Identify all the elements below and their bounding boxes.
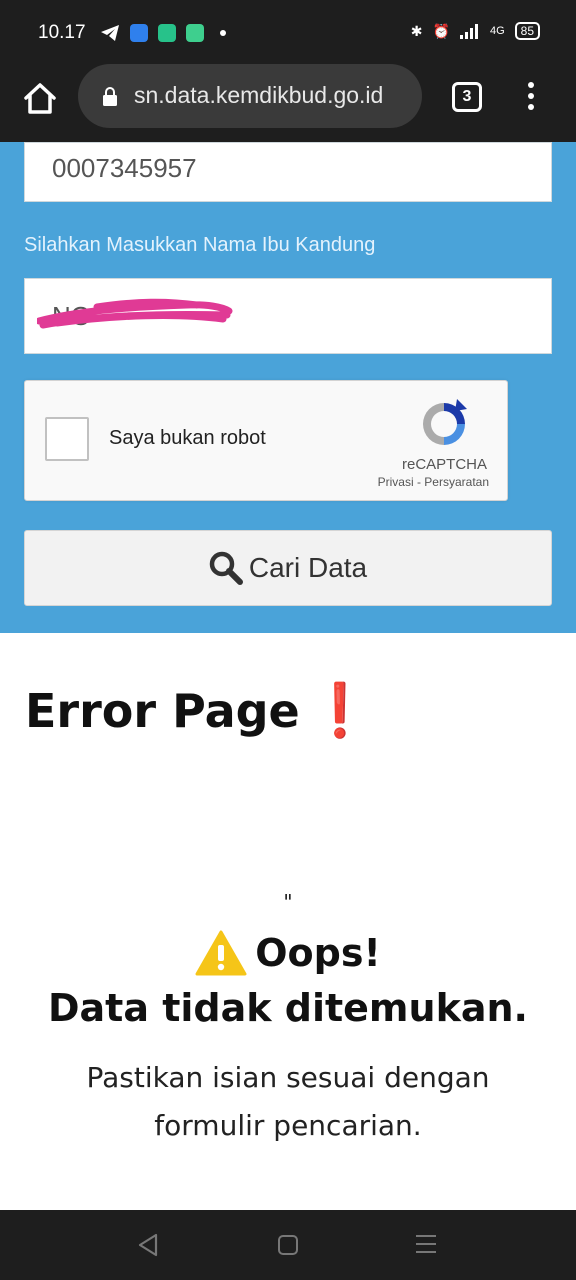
app-green-icon [158,24,176,42]
url-text[interactable]: sn.data.kemdikbud.go.id [134,82,383,109]
warning-icon [195,930,247,976]
signal-icon [459,24,478,39]
more-notifications-icon [220,30,226,36]
back-icon[interactable] [136,1232,160,1258]
home-nav-icon[interactable] [278,1235,298,1255]
exclamation-icon: ❗ [307,681,373,741]
overflow-menu-icon[interactable] [520,82,542,114]
error-heading: Error Page ❗ [25,680,373,741]
recaptcha-widget: Saya bukan robot reCAPTCHA Privasi - Per… [24,380,508,501]
mother-name-input[interactable]: NO [24,278,552,354]
nisn-value: 0007345957 [52,153,197,183]
oops-text: Oops! [255,931,381,975]
system-icons: ✱ ⏰ 4G 85 [411,22,540,40]
nisn-input[interactable]: 0007345957 [24,142,552,202]
hint-text: Pastikan isian sesuai dengan formulir pe… [86,1061,490,1142]
oops-heading: Oops! [0,930,576,976]
app-green2-icon [186,24,204,42]
network-type: 4G [489,25,505,37]
bluetooth-icon: ✱ [410,22,423,39]
notification-icons [100,24,226,42]
address-bar[interactable]: sn.data.kemdikbud.go.id [78,64,422,128]
recaptcha-label: Saya bukan robot [109,427,266,449]
status-time: 10.17 [38,22,86,43]
recaptcha-checkbox[interactable] [45,417,89,461]
lock-icon [103,87,117,106]
search-button[interactable]: Cari Data [24,530,552,606]
redaction-scribble [37,298,233,329]
alarm-icon: ⏰ [432,22,450,39]
recaptcha-icon [423,399,467,445]
system-nav-bar [0,1210,576,1280]
not-found-text: Data tidak ditemukan. [48,986,528,1030]
app-blue-icon [130,24,148,42]
browser-toolbar: sn.data.kemdikbud.go.id 3 [0,64,576,142]
stray-quote: " [283,890,293,914]
telegram-icon [101,25,119,41]
search-icon [209,551,243,585]
error-title: Error Page [25,683,300,738]
recents-icon[interactable] [416,1235,436,1259]
recaptcha-brand: reCAPTCHA [401,456,487,473]
mother-name-label: Silahkan Masukkan Nama Ibu Kandung [24,234,376,256]
status-bar: 10.17 ✱ ⏰ 4G 85 [0,0,576,64]
battery-icon: 85 [514,22,540,40]
search-form: 0007345957 Silahkan Masukkan Nama Ibu Ka… [0,142,576,633]
recaptcha-links[interactable]: Privasi - Persyaratan [378,475,489,489]
search-button-label: Cari Data [248,552,368,583]
home-icon[interactable] [20,79,60,119]
tab-switcher-button[interactable]: 3 [452,82,482,112]
